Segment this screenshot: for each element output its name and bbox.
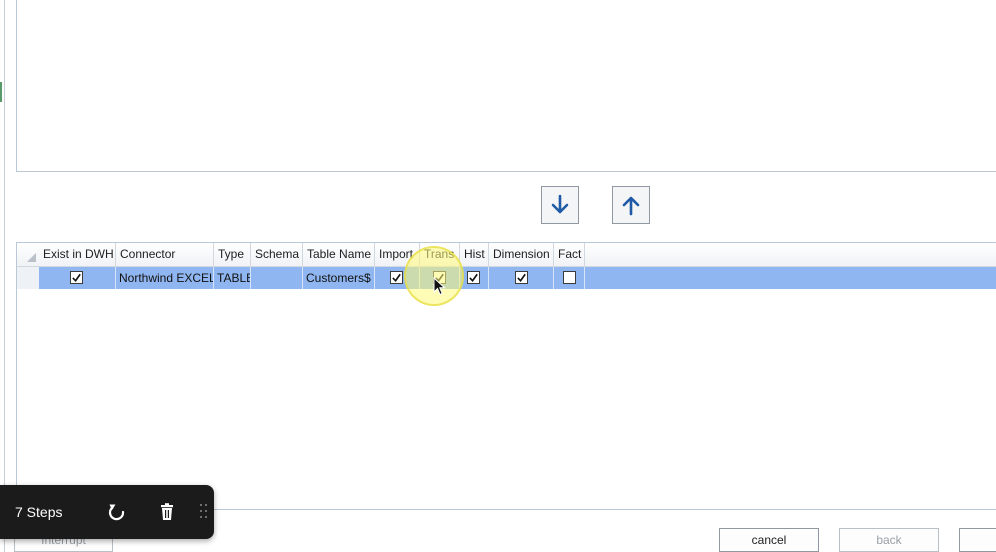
cell-hist [460,267,489,289]
cell-type[interactable]: TABLE [214,267,251,289]
import-checkbox[interactable] [390,271,403,284]
selected-tables-grid[interactable]: Exist in DWH Connector Type Schema Table… [16,242,996,510]
dimension-checkbox[interactable] [515,271,528,284]
cell-connector[interactable]: Northwind EXCEL [116,267,214,289]
exist-in-dwh-checkbox[interactable] [70,271,83,284]
select-all-corner[interactable] [27,253,36,262]
col-header-hist[interactable]: Hist [460,243,489,266]
source-tables-panel[interactable] [16,0,996,172]
col-header-exist-in-dwh[interactable]: Exist in DWH [39,243,116,266]
trash-icon[interactable] [157,502,177,522]
table-row[interactable]: Northwind EXCEL TABLE Customers$ [39,267,996,289]
cell-table-name[interactable]: Customers$ [303,267,375,289]
next-button[interactable] [959,528,996,552]
check-icon [72,273,81,282]
arrow-up-icon [622,196,640,216]
drag-handle[interactable] [200,504,208,520]
cell-trans [420,267,460,289]
cell-fact [554,267,585,289]
steps-count-label: 7 Steps [15,504,63,520]
trans-checkbox[interactable] [433,271,446,284]
check-icon [435,273,444,282]
cell-import [375,267,420,289]
check-icon [517,273,526,282]
left-pane-selection-marker [0,82,2,102]
col-header-dimension[interactable]: Dimension [489,243,554,266]
move-up-button[interactable] [612,186,650,224]
col-header-fact[interactable]: Fact [554,243,585,266]
cell-dimension [489,267,554,289]
fact-checkbox[interactable] [563,271,576,284]
steps-recorder-bar[interactable]: 7 Steps [0,485,214,539]
col-header-trans[interactable]: Trans [420,243,460,266]
cell-schema[interactable] [251,267,303,289]
cancel-button[interactable]: cancel [719,528,819,552]
grid-header: Exist in DWH Connector Type Schema Table… [17,243,996,267]
undo-icon[interactable] [107,502,127,522]
arrow-down-icon [551,194,569,214]
cell-exist-in-dwh [39,267,116,289]
move-down-button[interactable] [541,186,579,224]
row-selector[interactable] [17,267,40,289]
check-icon [469,273,478,282]
hist-checkbox[interactable] [467,271,480,284]
check-icon [392,273,401,282]
col-header-type[interactable]: Type [214,243,251,266]
col-header-table-name[interactable]: Table Name [303,243,375,266]
col-header-connector[interactable]: Connector [116,243,214,266]
back-button[interactable]: back [839,528,939,552]
col-header-import[interactable]: Import [375,243,420,266]
col-header-schema[interactable]: Schema [251,243,303,266]
